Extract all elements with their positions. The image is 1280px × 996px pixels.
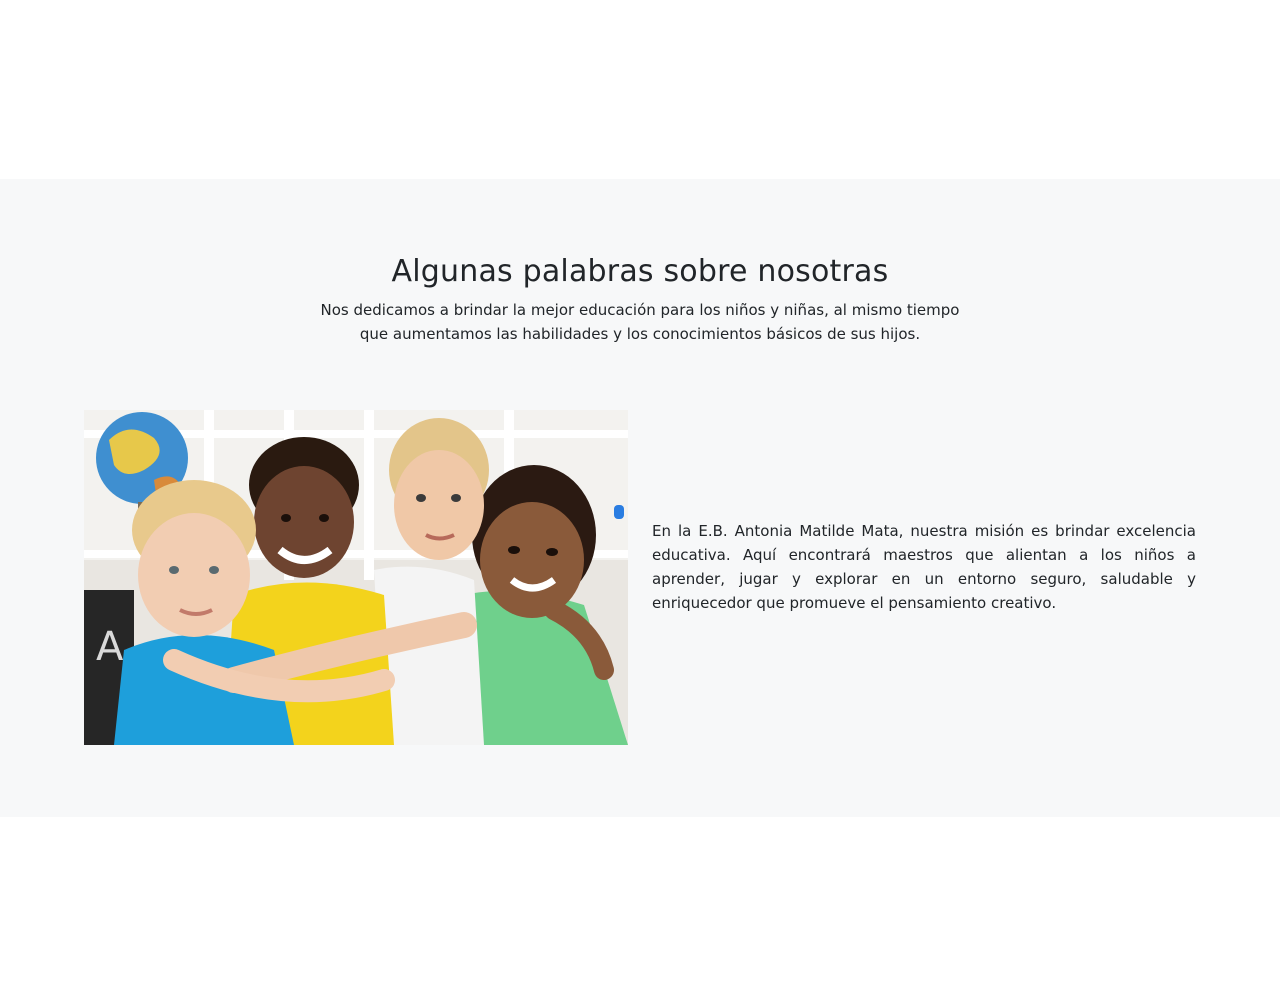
section-subtitle: Nos dedicamos a brindar la mejor educaci… xyxy=(320,301,960,343)
svg-text:A: A xyxy=(96,624,124,670)
children-photo-illustration: A xyxy=(84,410,628,745)
about-description: En la E.B. Antonia Matilde Mata, nuestra… xyxy=(652,522,1196,612)
children-group-photo: A xyxy=(84,410,628,745)
section-title: Algunas palabras sobre nosotras xyxy=(391,254,889,289)
page: Algunas palabras sobre nosotras Nos dedi… xyxy=(0,0,1280,996)
